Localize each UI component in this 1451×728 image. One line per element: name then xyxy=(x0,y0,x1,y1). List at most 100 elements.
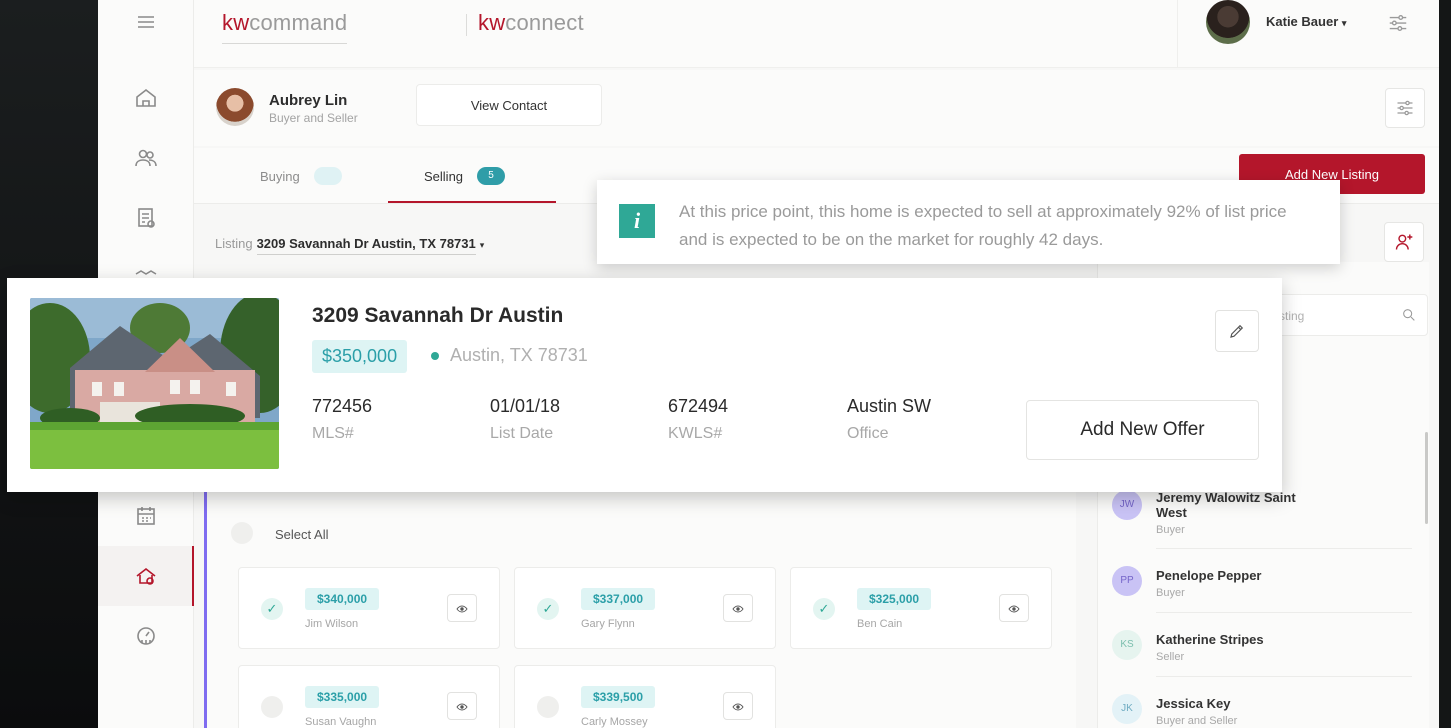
offer-buyer: Susan Vaughn xyxy=(305,716,377,728)
person-item[interactable]: KS Katherine Stripes Seller xyxy=(1112,630,1412,690)
offer-checkbox[interactable]: ✓ xyxy=(813,598,835,620)
offer-card[interactable]: ✓ $340,000 Jim Wilson xyxy=(238,567,500,649)
mls-stat: 772456 MLS# xyxy=(312,396,373,442)
person-item[interactable]: JW Jeremy Walowitz Saint West Buyer xyxy=(1112,490,1412,550)
offer-card[interactable]: ✓ $337,000 Gary Flynn xyxy=(514,567,776,649)
search-icon[interactable] xyxy=(1401,307,1417,323)
add-new-offer-button[interactable]: Add New Offer xyxy=(1026,400,1259,460)
edit-listing-button[interactable] xyxy=(1215,310,1259,352)
user-name: Katie Bauer ▾ xyxy=(1266,14,1347,29)
person-item[interactable]: JK Jessica Key Buyer and Seller xyxy=(1112,694,1412,728)
selling-count-badge: 5 xyxy=(477,167,506,185)
eye-icon xyxy=(732,605,744,613)
offer-checkbox[interactable]: ✓ xyxy=(537,598,559,620)
brand-divider xyxy=(466,14,467,36)
person-role: Buyer xyxy=(1156,524,1185,536)
person-name: Jeremy Walowitz Saint West xyxy=(1156,490,1296,520)
add-person-button[interactable] xyxy=(1384,222,1424,262)
offer-checkbox[interactable]: ✓ xyxy=(261,598,283,620)
offer-checkbox[interactable]: ✓ xyxy=(537,696,559,718)
tooltip-text: At this price point, this home is expect… xyxy=(679,202,1287,249)
offer-buyer: Carly Mossey xyxy=(581,716,648,728)
person-name: Penelope Pepper xyxy=(1156,568,1262,583)
divider xyxy=(1156,612,1412,613)
active-tab-underline xyxy=(388,201,556,203)
person-role: Seller xyxy=(1156,651,1185,663)
person-avatar: JW xyxy=(1112,490,1142,520)
people-scrollbar[interactable] xyxy=(1425,432,1428,524)
person-name: Katherine Stripes xyxy=(1156,632,1264,647)
listing-city: Austin, TX 78731 xyxy=(450,345,588,365)
select-all-label: Select All xyxy=(275,527,329,542)
person-name: Jessica Key xyxy=(1156,696,1231,711)
listing-home-icon[interactable] xyxy=(134,564,158,588)
offer-buyer: Jim Wilson xyxy=(305,618,359,630)
people-search-input[interactable]: sting xyxy=(1276,294,1428,336)
person-avatar: PP xyxy=(1112,566,1142,596)
contact-role: Buyer and Seller xyxy=(269,111,358,125)
divider xyxy=(1156,548,1412,549)
divider xyxy=(1156,676,1412,677)
calendar-icon[interactable] xyxy=(134,504,158,528)
person-role: Buyer and Seller xyxy=(1156,715,1238,727)
view-contact-button[interactable]: View Contact xyxy=(416,84,602,126)
office-stat: Austin SW Office xyxy=(847,396,932,442)
listing-price: $350,000 xyxy=(312,340,408,373)
document-icon[interactable] xyxy=(134,206,158,230)
offer-buyer: Ben Cain xyxy=(857,618,903,630)
offer-price: $340,000 xyxy=(305,588,380,610)
kw-command-logo[interactable]: kwcommand xyxy=(222,10,348,44)
offer-buyer: Gary Flynn xyxy=(581,618,635,630)
tab-selling[interactable]: Selling 5 xyxy=(424,148,506,204)
offer-price: $335,000 xyxy=(305,686,380,708)
offer-price: $339,500 xyxy=(581,686,656,708)
contact-name: Aubrey Lin xyxy=(269,92,348,109)
view-offer-button[interactable] xyxy=(447,692,477,720)
eye-icon xyxy=(456,605,468,613)
offer-card[interactable]: ✓ $335,000 Susan Vaughn xyxy=(238,665,500,728)
eye-icon xyxy=(1008,605,1020,613)
buying-count-badge: 2 xyxy=(313,167,342,185)
user-menu[interactable]: Katie Bauer ▾ xyxy=(1177,0,1357,68)
menu-icon[interactable] xyxy=(134,10,158,34)
status-dot xyxy=(431,352,439,360)
person-avatar: JK xyxy=(1112,694,1142,724)
view-offer-button[interactable] xyxy=(723,692,753,720)
offer-card[interactable]: ✓ $339,500 Carly Mossey xyxy=(514,665,776,728)
person-role: Buyer xyxy=(1156,587,1185,599)
offer-price: $325,000 xyxy=(857,588,932,610)
view-offer-button[interactable] xyxy=(447,594,477,622)
top-settings-icon[interactable] xyxy=(1387,12,1409,34)
background-right xyxy=(1439,0,1451,728)
person-item[interactable]: PP Penelope Pepper Buyer xyxy=(1112,566,1412,626)
kw-connect-logo[interactable]: kwconnect xyxy=(478,10,584,36)
contact-header: Aubrey Lin Buyer and Seller View Contact xyxy=(194,70,1439,146)
tab-buying[interactable]: Buying 2 xyxy=(260,148,342,204)
contact-avatar xyxy=(216,88,254,126)
list-date-stat: 01/01/18 List Date xyxy=(490,396,561,442)
contacts-icon[interactable] xyxy=(134,146,158,170)
pencil-icon xyxy=(1230,324,1244,338)
person-avatar: KS xyxy=(1112,630,1142,660)
user-avatar xyxy=(1206,0,1250,44)
sliders-icon xyxy=(1397,100,1413,116)
kwls-stat: 672494 KWLS# xyxy=(668,396,729,442)
dashboard-icon[interactable] xyxy=(134,624,158,648)
select-all-checkbox[interactable] xyxy=(231,522,253,544)
listing-card: 3209 Savannah Dr Austin $350,000 Austin,… xyxy=(7,278,1282,492)
offer-card[interactable]: ✓ $325,000 Ben Cain xyxy=(790,567,1052,649)
listing-photo[interactable] xyxy=(30,298,279,469)
view-offer-button[interactable] xyxy=(999,594,1029,622)
eye-icon xyxy=(456,703,468,711)
add-user-icon xyxy=(1395,234,1413,250)
filter-settings-button[interactable] xyxy=(1385,88,1425,128)
top-bar: kwcommand kwconnect Katie Bauer ▾ xyxy=(194,0,1439,68)
listing-selector[interactable]: Listing 3209 Savannah Dr Austin, TX 78731… xyxy=(215,236,484,255)
eye-icon xyxy=(732,703,744,711)
view-offer-button[interactable] xyxy=(723,594,753,622)
offer-checkbox[interactable]: ✓ xyxy=(261,696,283,718)
info-icon: i xyxy=(619,204,655,238)
price-insight-tooltip: i At this price point, this home is expe… xyxy=(597,180,1340,264)
home-icon[interactable] xyxy=(134,86,158,110)
listing-title: 3209 Savannah Dr Austin xyxy=(312,304,564,327)
